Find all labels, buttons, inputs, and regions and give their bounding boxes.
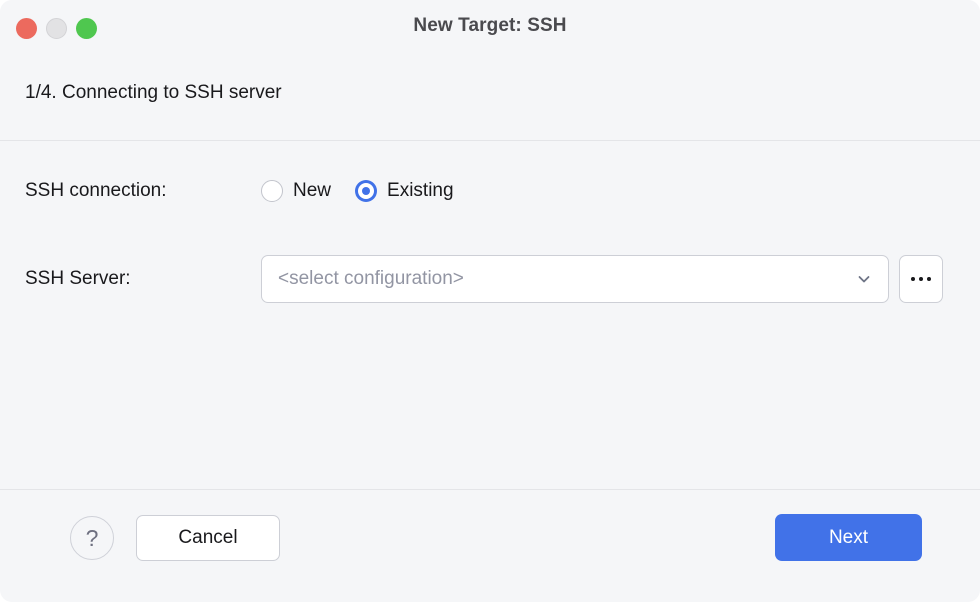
ellipsis-dot — [919, 277, 923, 281]
dialog-window: New Target: SSH 1/4. Connecting to SSH s… — [0, 0, 980, 602]
radio-selected-icon[interactable] — [355, 180, 377, 202]
ssh-server-dropdown[interactable]: <select configuration> — [261, 255, 889, 303]
next-button[interactable]: Next — [775, 514, 922, 561]
ssh-server-label: SSH Server: — [25, 268, 261, 290]
browse-configurations-button[interactable] — [899, 255, 943, 303]
ssh-connection-radio-group: New Existing — [261, 180, 454, 202]
title-bar: New Target: SSH — [0, 0, 980, 56]
chevron-down-icon — [856, 271, 872, 287]
ellipsis-dot — [927, 277, 931, 281]
radio-option-existing[interactable]: Existing — [355, 180, 454, 202]
ellipsis-dot — [911, 277, 915, 281]
step-header: 1/4. Connecting to SSH server — [25, 82, 282, 104]
ssh-connection-label: SSH connection: — [25, 180, 261, 202]
ssh-server-row: SSH Server: <select configuration> — [25, 255, 943, 303]
window-title: New Target: SSH — [0, 15, 980, 37]
ssh-server-selected-value: <select configuration> — [278, 268, 464, 290]
form-body: SSH connection: New Existing SSH Server:… — [0, 141, 980, 489]
help-button[interactable]: ? — [70, 516, 114, 560]
radio-unselected-icon[interactable] — [261, 180, 283, 202]
radio-label-new: New — [293, 180, 331, 202]
radio-option-new[interactable]: New — [261, 180, 331, 202]
radio-label-existing: Existing — [387, 180, 454, 202]
cancel-button[interactable]: Cancel — [136, 515, 280, 561]
ssh-connection-row: SSH connection: New Existing — [25, 180, 454, 202]
